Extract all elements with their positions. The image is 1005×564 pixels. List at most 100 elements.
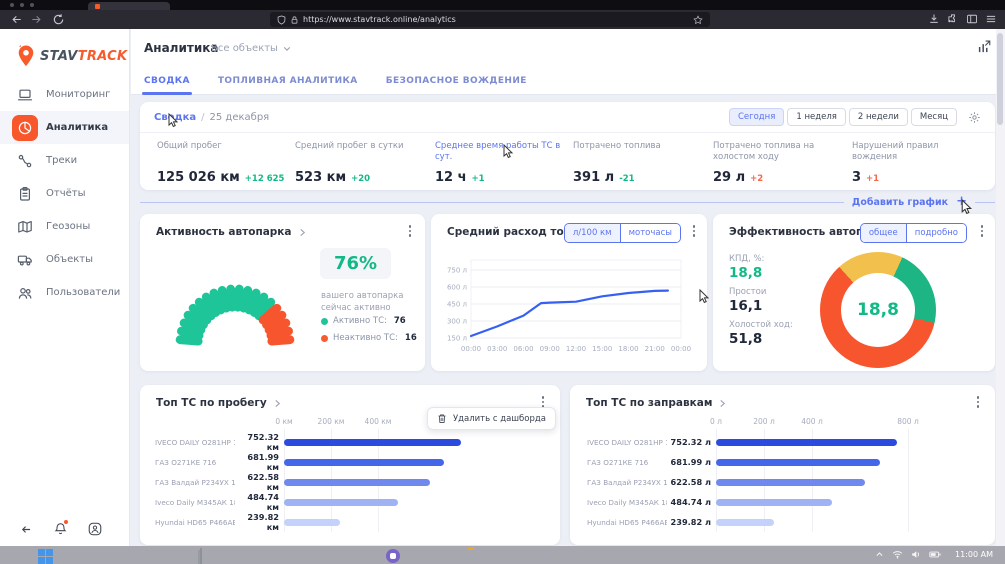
bar-track [716,499,985,506]
bar [284,439,461,446]
card-title[interactable]: Топ ТС по заправкам [586,397,712,409]
card-menu-icon[interactable] [538,396,548,408]
breadcrumb-section[interactable]: Сводка [154,112,196,123]
battery-icon[interactable] [929,550,941,559]
taskbar-app-icon-2[interactable] [200,549,215,564]
browser-app-icon[interactable] [540,549,555,564]
stat-0: Общий пробег125 026 км+12 625 [157,141,287,185]
card-menu-icon[interactable] [689,225,699,237]
tab-safe-driving[interactable]: БЕЗОПАСНОЕ ВОЖДЕНИЕ [386,76,527,95]
extensions-icon[interactable] [947,13,959,25]
card-title[interactable]: Активность автопарка [156,226,292,238]
add-chart-link[interactable]: Добавить график + [140,194,995,210]
vehicle-label: ГАЗ Валдай Р234УХ 121 [587,478,667,487]
report-chart-icon[interactable] [977,39,992,54]
stat-value-row: 29 л+2 [713,170,843,185]
collapse-arrow-icon[interactable] [19,523,33,536]
metric-value-1: 16,1 [729,298,793,314]
url-bar[interactable]: https://www.stavtrack.online/analytics [270,12,710,27]
period-button-3[interactable]: Месяц [911,108,957,126]
tab-summary[interactable]: СВОДКА [144,76,190,95]
sidebar-item-objects[interactable]: Объекты [0,243,129,276]
taskbar-app-icon-1[interactable] [130,549,145,564]
taskbar-clock[interactable]: 11:00 AM [955,550,993,559]
menu-hamburger-icon[interactable] [985,13,997,25]
file-explorer-icon[interactable] [468,549,483,564]
sidebar-toggle-icon[interactable] [966,13,978,25]
system-tray[interactable] [875,550,941,559]
browser-tab[interactable] [88,2,170,10]
taskbar-app-icon-4[interactable] [386,549,401,564]
stat-label: Потрачено топлива [573,141,703,152]
bar [716,499,832,506]
efficiency-metrics: КПД, %:18,8Простои16,1Холостой ход:51,8 [729,254,793,353]
stat-value: 125 026 км [157,170,240,185]
add-chart-label[interactable]: Добавить график [852,197,948,208]
tab-fuel-analytics[interactable]: ТОПЛИВНАЯ АНАЛИТИКА [218,76,358,95]
back-icon[interactable] [10,13,23,26]
efficiency-toggle-0[interactable]: общее [861,224,906,242]
sidebar-item-analytics[interactable]: Аналитика [0,111,129,144]
taskbar-app-icon-3[interactable] [313,549,328,564]
period-button-1[interactable]: 1 неделя [787,108,846,126]
volume-icon[interactable] [911,550,921,559]
start-menu-icon[interactable] [38,549,53,564]
settings-gear-icon[interactable] [968,111,981,124]
card-menu-icon[interactable] [405,225,415,237]
summary-card: Сводка / 25 декабря Сегодня1 неделя2 нед… [140,102,995,190]
period-button-2[interactable]: 2 недели [849,108,908,126]
sidebar-item-geozones[interactable]: Геозоны [0,210,129,243]
window-control-icon[interactable] [20,3,24,7]
vehicle-value: 239.82 л [667,517,711,527]
sidebar-item-label: Отчёты [46,188,85,199]
fuel-line-series [471,291,668,336]
fuel-toggle-0[interactable]: л/100 км [565,224,620,242]
notifications-bell-icon[interactable] [54,522,67,536]
objects-scope-dropdown[interactable]: Все объекты [211,43,291,54]
brand-logo[interactable]: STAVTRACK [16,44,127,68]
sidebar-item-reports[interactable]: Отчёты [0,177,129,210]
wifi-icon[interactable] [892,550,903,559]
vehicle-value: 681.99 л [667,457,711,467]
scrollbar-thumb[interactable] [997,33,1003,125]
card-menu-icon[interactable] [973,396,983,408]
reload-icon[interactable] [52,13,65,26]
vehicle-label: Hyundai HD65 Р466АВ 197 [155,518,235,527]
svg-text:15:00: 15:00 [592,345,612,353]
fuel-toggle-1[interactable]: моточасы [620,224,680,242]
bar [284,519,340,526]
divider-line [140,202,844,203]
lock-icon[interactable] [290,15,299,25]
account-icon[interactable] [88,522,102,536]
tracks-icon [17,153,33,169]
window-control-icon[interactable] [10,3,14,7]
bar-row: IVECO DAILY О281НР 126752.32 л [587,432,985,452]
sidebar-item-label: Аналитика [46,122,108,133]
browser-toolbar: https://www.stavtrack.online/analytics [0,10,1005,29]
stat-label[interactable]: Среднее время работы ТС в сут. [435,141,565,163]
tray-chevron-icon[interactable] [875,550,884,559]
plus-icon[interactable]: + [956,197,967,207]
forward-icon[interactable] [30,13,43,26]
card-menu-icon[interactable] [977,225,987,237]
period-button-0[interactable]: Сегодня [729,108,784,126]
downloads-icon[interactable] [928,13,940,25]
vehicle-value: 484.74 км [235,492,279,512]
bookmark-star-icon[interactable] [693,15,703,25]
brand-text-2: TRACK [78,49,128,64]
bar [284,479,430,486]
remove-from-dashboard-menu-item[interactable]: Удалить с дашборда [427,407,556,430]
sidebar-item-label: Геозоны [46,221,90,232]
shield-icon[interactable] [277,15,286,25]
vehicle-value: 752.32 км [235,432,279,452]
stat-delta: +1 [472,174,485,184]
sidebar-item-monitoring[interactable]: Мониторинг [0,78,129,111]
sidebar-item-users[interactable]: Пользователи [0,276,129,309]
window-control-icon[interactable] [30,3,34,7]
fuel-unit-toggle: л/100 кммоточасы [564,223,681,243]
vehicle-value: 239.82 км [235,512,279,532]
vehicle-label: Iveco Daily М345АК 186 [155,498,235,507]
sidebar-item-tracks[interactable]: Треки [0,144,129,177]
card-title[interactable]: Топ ТС по пробегу [156,397,267,409]
efficiency-toggle-1[interactable]: подробно [906,224,966,242]
